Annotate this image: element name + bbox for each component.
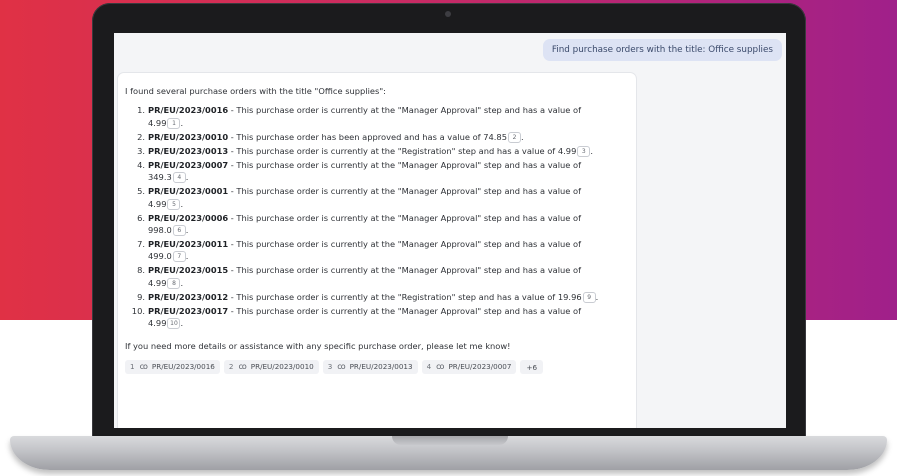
citation-marker[interactable]: 1	[167, 117, 181, 129]
list-item-value: 4.99	[148, 117, 167, 128]
list-item-number: 5.	[137, 186, 145, 197]
list-item-text: - This purchase order has been approved …	[228, 131, 507, 142]
list-item-text: - This purchase order is currently at th…	[228, 265, 582, 276]
list-item-text: - This purchase order is currently at th…	[228, 291, 582, 302]
purchase-order-id: PR/EU/2023/0016	[148, 105, 229, 116]
reference-index: 4	[426, 361, 432, 371]
purchase-order-id: PR/EU/2023/0007	[148, 159, 229, 170]
reference-chip[interactable]: 2 co PR/EU/2023/0010	[223, 360, 319, 375]
list-item-text: - This purchase order is currently at th…	[228, 305, 582, 316]
list-item-value: 349.3	[148, 172, 172, 183]
reference-index: 2	[228, 361, 234, 371]
purchase-order-id: PR/EU/2023/0013	[148, 145, 229, 156]
list-item-period: .	[185, 172, 189, 183]
list-item-period: .	[185, 225, 189, 236]
citation-marker[interactable]: 8	[167, 277, 181, 289]
purchase-order-id: PR/EU/2023/0015	[148, 265, 229, 276]
list-item: 5. PR/EU/2023/0001 - This purchase order …	[125, 185, 628, 210]
list-item-text: - This purchase order is currently at th…	[228, 159, 582, 170]
link-chain-icon: co	[139, 361, 148, 371]
reference-chips: 1 co PR/EU/2023/0016 2 co PR/EU/2023/0010 3 co P…	[125, 360, 628, 375]
list-item-number: 10.	[131, 305, 145, 316]
purchase-order-id: PR/EU/2023/0010	[148, 131, 229, 142]
citation-marker[interactable]: 7	[172, 251, 186, 263]
list-item-number: 3.	[137, 145, 145, 156]
list-item-period: .	[520, 131, 524, 142]
list-item-value: 4.99	[148, 277, 167, 288]
citation-marker[interactable]: 6	[172, 225, 186, 237]
list-item-period: .	[180, 117, 184, 128]
citation-marker[interactable]: 4	[172, 172, 186, 184]
assistant-outro: If you need more details or assistance w…	[125, 340, 511, 351]
list-item: 7. PR/EU/2023/0011 - This purchase order …	[125, 238, 628, 263]
list-item-number: 1.	[137, 105, 145, 116]
purchase-order-id: PR/EU/2023/0001	[148, 186, 229, 197]
citation-marker[interactable]: 3	[577, 145, 591, 157]
link-chain-icon: co	[337, 361, 345, 371]
reference-label: PR/EU/2023/0013	[349, 361, 413, 371]
list-item-period: .	[180, 318, 184, 329]
reference-label: PR/EU/2023/0010	[250, 361, 314, 371]
list-item-period: .	[180, 198, 184, 209]
list-item-number: 8.	[137, 265, 145, 276]
citation-marker[interactable]: 10	[167, 318, 181, 330]
list-item: 4. PR/EU/2023/0007 - This purchase order …	[125, 159, 628, 184]
list-item-period: .	[185, 251, 189, 262]
more-references-button[interactable]: +6	[520, 360, 544, 375]
list-item-number: 4.	[137, 159, 145, 170]
list-item: 3. PR/EU/2023/0013 - This purchase order …	[125, 145, 628, 157]
citation-marker[interactable]: 2	[507, 131, 521, 143]
camera-icon	[445, 11, 451, 17]
reference-chip[interactable]: 3 co PR/EU/2023/0013	[322, 360, 418, 375]
laptop-screen: Find purchase orders with the title: Off…	[114, 33, 786, 428]
reference-label: PR/EU/2023/0007	[448, 361, 512, 371]
list-item-value: 4.99	[148, 198, 167, 209]
list-item: 9. PR/EU/2023/0012 - This purchase order …	[125, 291, 628, 303]
reference-chip[interactable]: 1 co PR/EU/2023/0016	[125, 360, 220, 375]
purchase-order-id: PR/EU/2023/0006	[148, 212, 229, 223]
list-item-value: 4.99	[148, 318, 167, 329]
list-item-number: 2.	[137, 131, 145, 142]
list-item: 2. PR/EU/2023/0010 - This purchase order …	[125, 131, 628, 143]
link-chain-icon: co	[238, 361, 246, 371]
assistant-message: I found several purchase orders with the…	[118, 73, 636, 428]
user-message-bubble: Find purchase orders with the title: Off…	[542, 39, 782, 61]
list-item: 6. PR/EU/2023/0006 - This purchase order …	[125, 212, 628, 237]
list-item-period: .	[595, 291, 599, 302]
laptop-base-notch	[392, 436, 508, 445]
list-item-period: .	[590, 145, 593, 156]
purchase-order-list: 1. PR/EU/2023/0016 - This purchase order …	[125, 104, 628, 330]
list-item-value: 499.0	[148, 251, 172, 262]
citation-marker[interactable]: 9	[582, 291, 596, 303]
list-item-number: 9.	[137, 291, 145, 302]
list-item-text: - This purchase order is currently at th…	[228, 212, 582, 223]
purchase-order-id: PR/EU/2023/0017	[148, 305, 229, 316]
list-item-period: .	[180, 277, 184, 288]
list-item-text: - This purchase order is currently at th…	[228, 239, 582, 250]
citation-marker[interactable]: 5	[167, 198, 181, 210]
assistant-intro: I found several purchase orders with the…	[125, 86, 386, 96]
reference-chip[interactable]: 4 co PR/EU/2023/0007	[421, 360, 517, 375]
list-item-text: - This purchase order is currently at th…	[228, 105, 582, 116]
list-item: 10. PR/EU/2023/0017 - This purchase order…	[125, 305, 628, 330]
list-item: 1. PR/EU/2023/0016 - This purchase order …	[125, 104, 628, 129]
list-item-number: 6.	[137, 212, 145, 223]
list-item: 8. PR/EU/2023/0015 - This purchase order …	[125, 264, 628, 289]
reference-label: PR/EU/2023/0016	[151, 361, 215, 371]
purchase-order-id: PR/EU/2023/0011	[148, 239, 229, 250]
purchase-order-id: PR/EU/2023/0012	[148, 291, 229, 302]
reference-index: 1	[130, 361, 135, 371]
list-item-number: 7.	[137, 239, 145, 250]
list-item-text: - This purchase order is currently at th…	[228, 186, 582, 197]
reference-index: 3	[327, 361, 333, 371]
list-item-value: 998.0	[148, 225, 172, 236]
link-chain-icon: co	[436, 361, 444, 371]
list-item-text: - This purchase order is currently at th…	[228, 145, 577, 156]
